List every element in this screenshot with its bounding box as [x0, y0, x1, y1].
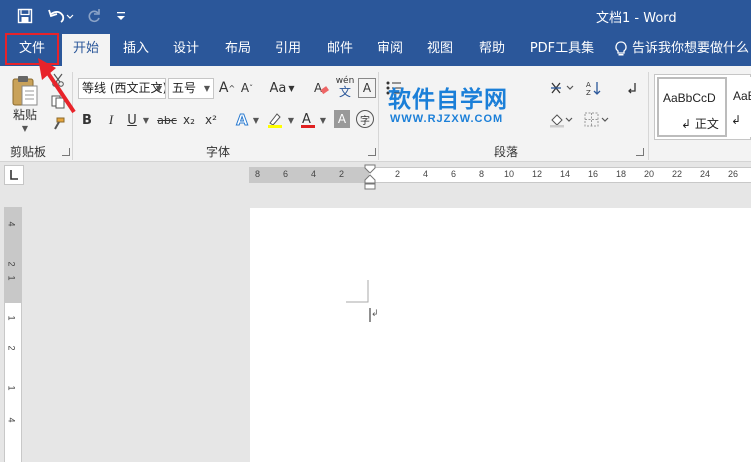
tab-view[interactable]: 视图	[418, 32, 462, 66]
svg-text:Z: Z	[586, 89, 591, 96]
show-marks-icon[interactable]	[622, 78, 640, 98]
margin-corner-marks: ↲	[346, 280, 379, 322]
undo-icon[interactable]	[46, 6, 76, 26]
style-sample: AaB	[733, 89, 751, 103]
paste-label[interactable]: 粘贴	[10, 106, 40, 122]
asian-layout-icon[interactable]	[548, 78, 578, 98]
font-name-combo[interactable]: 等线 (西文正文) ▼	[78, 78, 166, 99]
underline-dropdown-icon[interactable]: ▼	[141, 110, 151, 130]
site-watermark: 软件自学网 WWW.RJZXW.COM	[388, 80, 536, 128]
char-shading-button[interactable]: A	[334, 110, 350, 128]
shading-icon[interactable]	[548, 110, 574, 130]
tell-me-search[interactable]: 告诉我你想要做什么...	[614, 32, 751, 66]
title-bar: 文档1 - Word	[0, 0, 751, 32]
style-no-spacing[interactable]: AaB ↲	[729, 77, 751, 137]
svg-text:↲: ↲	[371, 309, 379, 319]
clear-format-icon[interactable]: A	[312, 78, 330, 98]
change-case-button[interactable]: Aa ▼	[268, 78, 296, 98]
format-painter-icon[interactable]	[50, 116, 66, 132]
svg-text:A: A	[314, 81, 323, 95]
document-page[interactable]: ↲	[250, 208, 751, 462]
highlight-icon[interactable]	[264, 110, 286, 130]
highlight-dropdown-icon[interactable]: ▼	[286, 110, 296, 130]
char-border-label[interactable]: A	[358, 78, 376, 98]
style-sample: AaBbCcD	[663, 91, 716, 105]
tab-references[interactable]: 引用	[266, 32, 310, 66]
tab-stop-selector[interactable]	[4, 165, 24, 185]
svg-text:A: A	[586, 81, 591, 89]
tab-help[interactable]: 帮助	[470, 32, 514, 66]
font-launcher-icon[interactable]	[368, 148, 376, 156]
subscript-button[interactable]: x₂	[180, 110, 198, 130]
shrink-font-icon[interactable]: Aˇ	[238, 78, 256, 98]
customize-qat-icon[interactable]	[114, 6, 128, 26]
paragraph-group-label: 段落	[494, 145, 519, 159]
chevron-down-icon: ▼	[155, 84, 162, 93]
tell-me-label: 告诉我你想要做什么	[632, 41, 750, 56]
tab-file[interactable]: 文件	[4, 32, 60, 66]
copy-icon[interactable]	[50, 94, 66, 110]
document-title: 文档1 - Word	[596, 11, 677, 26]
tab-mailings[interactable]: 邮件	[318, 32, 362, 66]
watermark-subtitle: WWW.RJZXW.COM	[390, 113, 504, 125]
paragraph-launcher-icon[interactable]	[636, 148, 644, 156]
svg-text:A: A	[302, 112, 311, 127]
tab-design[interactable]: 设计	[164, 32, 208, 66]
enclose-char-button[interactable]: 字	[356, 110, 374, 128]
ribbon-home: 粘贴 ▼ 剪贴板 等线 (西文正文) ▼ 五号 ▼ A ^ Aˇ Aa ▼ A wé…	[0, 66, 751, 162]
ribbon-tabs: 文件 开始 插入 设计 布局 引用 邮件 审阅 视图 帮助 PDF工具集 告诉我…	[0, 32, 751, 66]
save-icon[interactable]	[14, 6, 36, 26]
horizontal-ruler[interactable]: 8 6 4 2 2 4 6 8 10 12 14 16 18 20 22 24 …	[249, 167, 751, 183]
phonetic-guide-button[interactable]: wén 文	[334, 74, 356, 100]
clipboard-group-label: 剪贴板	[10, 145, 47, 159]
style-name: ↲	[731, 113, 742, 127]
change-case-label: Aa	[269, 80, 287, 96]
indent-marker-icon[interactable]	[364, 164, 376, 190]
text-effects-button[interactable]: A	[232, 110, 252, 130]
paste-dropdown-icon[interactable]: ▼	[20, 124, 30, 133]
lightbulb-icon	[615, 41, 627, 56]
sort-icon[interactable]: AZ	[584, 78, 604, 98]
styles-gallery: AaBbCcD ↲ 正文 AaB ↲	[654, 74, 751, 140]
strikethrough-button[interactable]: abc	[156, 110, 178, 130]
tab-review[interactable]: 审阅	[368, 32, 412, 66]
font-color-dropdown-icon[interactable]: ▼	[318, 110, 328, 130]
font-size-combo[interactable]: 五号 ▼	[168, 78, 214, 99]
paste-icon[interactable]	[8, 72, 42, 110]
superscript-button[interactable]: x²	[202, 110, 220, 130]
tab-home[interactable]: 开始	[62, 34, 110, 66]
underline-button[interactable]: U	[124, 110, 140, 130]
font-group-label: 字体	[206, 145, 231, 159]
cut-icon[interactable]	[50, 72, 66, 88]
style-normal[interactable]: AaBbCcD ↲ 正文	[657, 77, 727, 137]
watermark-title: 软件自学网	[388, 87, 508, 113]
borders-icon[interactable]	[582, 110, 612, 130]
grow-font-icon[interactable]: A ^	[218, 78, 236, 98]
chevron-down-icon: ▼	[203, 84, 210, 93]
redo-icon[interactable]	[84, 6, 104, 26]
style-name: ↲ 正文	[681, 117, 719, 131]
font-color-icon[interactable]: A	[298, 110, 318, 130]
phonetic-bottom-label: 文	[338, 85, 351, 99]
text-effects-dropdown-icon[interactable]: ▼	[251, 110, 261, 130]
font-name-value: 等线 (西文正文)	[82, 81, 166, 95]
bold-button[interactable]: B	[80, 110, 94, 130]
font-size-value: 五号	[172, 81, 197, 95]
clipboard-launcher-icon[interactable]	[62, 148, 70, 156]
tab-pdf-tools[interactable]: PDF工具集	[522, 32, 602, 66]
vertical-ruler[interactable]: 4 2 1 1 2 1 4	[4, 207, 22, 462]
tab-layout[interactable]: 布局	[216, 32, 260, 66]
tab-insert[interactable]: 插入	[114, 32, 158, 66]
italic-button[interactable]: I	[104, 110, 118, 130]
